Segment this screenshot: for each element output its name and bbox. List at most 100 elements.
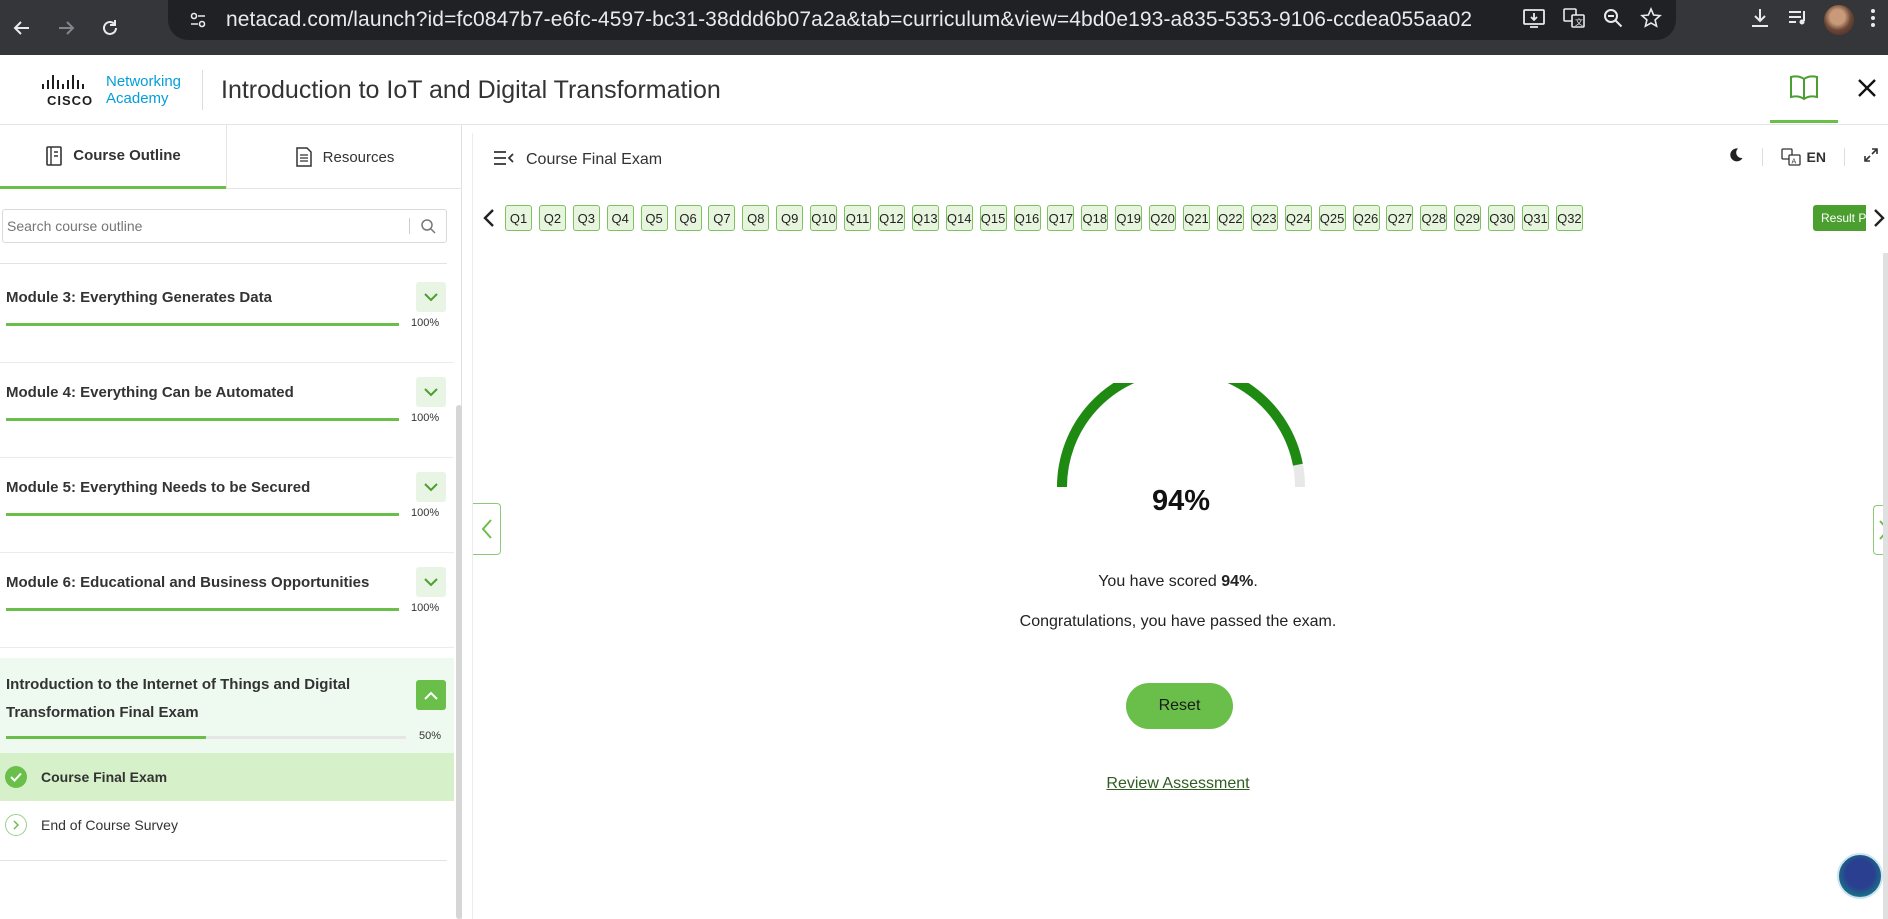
- pass-message: Congratulations, you have passed the exa…: [1019, 613, 1337, 630]
- final-exam-module-title: Introduction to the Internet of Things a…: [6, 676, 351, 721]
- translate-icon[interactable]: 文: [1562, 7, 1586, 34]
- question-button[interactable]: Q15: [979, 205, 1007, 231]
- score-gauge-arc: [1057, 363, 1305, 488]
- logo-academy-text: Networking Academy: [106, 73, 182, 107]
- module-item[interactable]: Module 4: Everything Can be Automated 10…: [0, 363, 454, 458]
- fullscreen-icon[interactable]: [1863, 147, 1879, 166]
- language-selector[interactable]: A EN: [1780, 147, 1826, 166]
- question-button[interactable]: Q26: [1352, 205, 1380, 231]
- module-item[interactable]: Module 5: Everything Needs to be Secured…: [0, 458, 454, 553]
- module-item[interactable]: Module 3: Everything Generates Data 100%: [0, 268, 454, 363]
- review-assessment-link[interactable]: Review Assessment: [473, 775, 1883, 793]
- question-button[interactable]: Q16: [1013, 205, 1041, 231]
- outline-item-end-of-course-survey[interactable]: End of Course Survey: [0, 801, 454, 849]
- language-code: EN: [1806, 148, 1826, 165]
- module-item[interactable]: Module 6: Educational and Business Oppor…: [0, 553, 454, 648]
- module-progress-fill: [6, 323, 399, 326]
- question-button[interactable]: Q13: [911, 205, 939, 231]
- final-module-progress-label: 50%: [419, 730, 442, 742]
- zoom-icon[interactable]: [1602, 7, 1624, 34]
- install-app-icon[interactable]: [1522, 7, 1546, 34]
- tab-resources[interactable]: Resources: [226, 125, 462, 189]
- question-button[interactable]: Q27: [1386, 205, 1414, 231]
- question-button[interactable]: Q22: [1216, 205, 1244, 231]
- question-button[interactable]: Q8: [742, 205, 770, 231]
- previous-page-button[interactable]: [473, 503, 501, 555]
- search-input[interactable]: [3, 211, 409, 241]
- exam-panel: Course Final Exam A EN Result P Q1 Q2 Q3 Q4…: [472, 133, 1888, 919]
- question-button[interactable]: Q4: [606, 205, 634, 231]
- question-button[interactable]: Q20: [1149, 205, 1177, 231]
- profile-avatar[interactable]: [1824, 5, 1854, 35]
- checkmark-icon: [5, 766, 27, 788]
- reset-button[interactable]: Reset: [1126, 683, 1233, 729]
- chevron-down-icon[interactable]: [416, 377, 446, 407]
- question-button[interactable]: Q3: [572, 205, 600, 231]
- question-button[interactable]: Q11: [844, 205, 871, 231]
- tab-course-outline[interactable]: Course Outline: [0, 125, 226, 189]
- question-button[interactable]: Q25: [1318, 205, 1346, 231]
- outline-item-course-final-exam[interactable]: Course Final Exam: [0, 753, 454, 801]
- cisco-networking-academy-logo[interactable]: CISCO Networking Academy: [42, 73, 192, 113]
- chevron-right-icon[interactable]: [1867, 205, 1888, 231]
- dark-mode-icon[interactable]: [1728, 147, 1744, 166]
- question-button[interactable]: Q31: [1522, 205, 1549, 231]
- reload-icon[interactable]: [88, 8, 132, 48]
- main-scrollbar[interactable]: [1883, 253, 1888, 919]
- question-button[interactable]: Q28: [1420, 205, 1448, 231]
- url-text[interactable]: netacad.com/launch?id=fc0847b7-e6fc-4597…: [226, 8, 1472, 32]
- sidebar-scrollbar[interactable]: [456, 405, 462, 919]
- chevron-down-icon[interactable]: [416, 282, 446, 312]
- question-button[interactable]: Q17: [1047, 205, 1075, 231]
- question-button[interactable]: Q5: [640, 205, 668, 231]
- collapse-menu-icon[interactable]: [493, 149, 515, 169]
- score-gauge-value: 94%: [1151, 485, 1211, 517]
- logo-cisco-text: CISCO: [47, 93, 94, 108]
- result-page-tab[interactable]: Result P: [1813, 205, 1866, 231]
- close-icon: [1858, 79, 1876, 97]
- outline-item-label: Course Final Exam: [41, 769, 168, 785]
- score-value: 94%: [1221, 573, 1254, 590]
- question-button[interactable]: Q7: [708, 205, 736, 231]
- question-button[interactable]: Q21: [1183, 205, 1210, 231]
- question-button[interactable]: Q24: [1284, 205, 1312, 231]
- translate-icon: A: [1780, 147, 1801, 166]
- chevron-left-icon[interactable]: [477, 205, 501, 231]
- question-button[interactable]: Q9: [776, 205, 804, 231]
- search-icon[interactable]: [420, 218, 446, 234]
- module-title: Module 5: Everything Needs to be Secured: [6, 479, 311, 496]
- outline-icon: [46, 145, 63, 166]
- question-button[interactable]: Q23: [1250, 205, 1278, 231]
- question-button[interactable]: Q2: [538, 205, 566, 231]
- question-button[interactable]: Q6: [674, 205, 702, 231]
- module-progress-label: 100%: [411, 317, 440, 329]
- close-course-button[interactable]: [1852, 73, 1882, 103]
- question-button[interactable]: Q12: [877, 205, 905, 231]
- course-book-button[interactable]: [1770, 55, 1838, 123]
- chevron-up-icon[interactable]: [416, 680, 446, 710]
- media-control-icon[interactable]: [1786, 6, 1810, 35]
- question-button[interactable]: Q1: [505, 205, 532, 231]
- menu-kebab-icon[interactable]: [1868, 7, 1878, 34]
- question-button[interactable]: Q14: [945, 205, 973, 231]
- chevron-down-icon[interactable]: [416, 567, 446, 597]
- question-button[interactable]: Q30: [1488, 205, 1516, 231]
- site-settings-icon[interactable]: [184, 6, 212, 34]
- exam-title: Course Final Exam: [526, 151, 663, 168]
- back-icon[interactable]: [0, 8, 44, 48]
- bookmark-star-icon[interactable]: [1640, 6, 1662, 34]
- question-button[interactable]: Q18: [1081, 205, 1109, 231]
- address-bar[interactable]: netacad.com/launch?id=fc0847b7-e6fc-4597…: [168, 0, 1676, 40]
- downloads-icon[interactable]: [1748, 6, 1772, 35]
- module-progress-bar: [6, 608, 399, 611]
- forward-icon[interactable]: [44, 8, 88, 48]
- final-exam-module-header[interactable]: Introduction to the Internet of Things a…: [0, 658, 454, 753]
- question-button[interactable]: Q32: [1555, 205, 1583, 231]
- assistant-chat-icon[interactable]: [1837, 853, 1883, 899]
- question-button[interactable]: Q10: [810, 205, 838, 231]
- question-button[interactable]: Q29: [1454, 205, 1482, 231]
- chevron-down-icon[interactable]: [416, 472, 446, 502]
- question-button[interactable]: Q19: [1115, 205, 1143, 231]
- score-text: You have scored 94%.: [1098, 573, 1258, 590]
- module-title: Module 3: Everything Generates Data: [6, 289, 272, 306]
